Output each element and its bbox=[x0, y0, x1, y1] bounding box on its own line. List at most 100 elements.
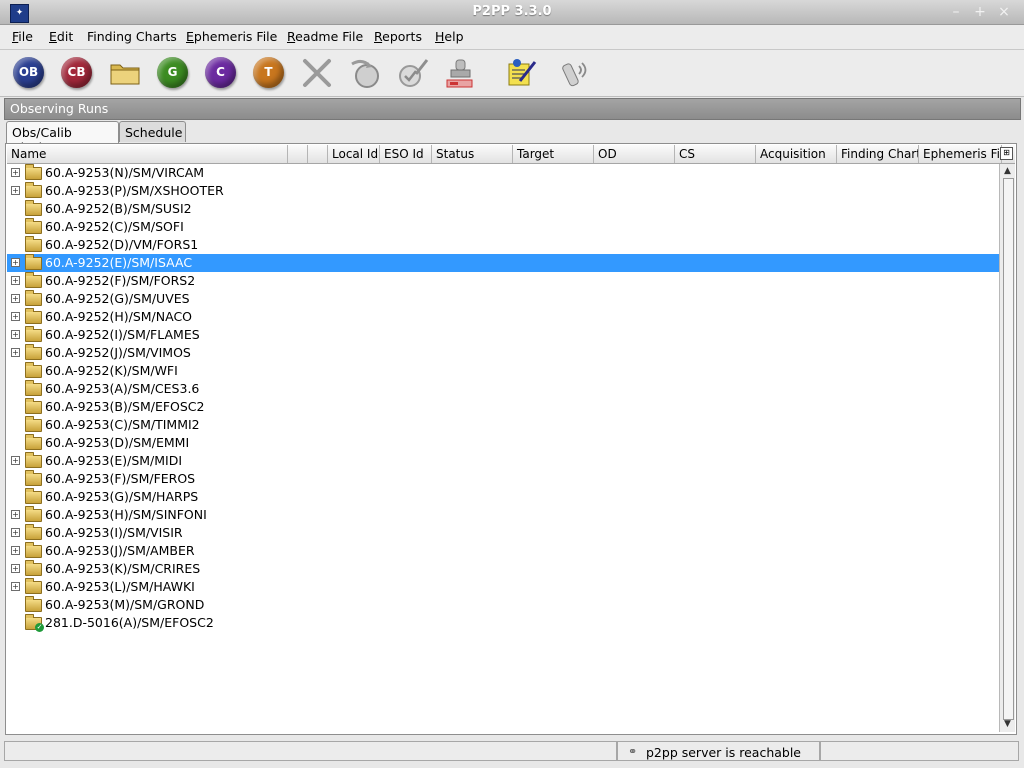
run-name: 60.A-9252(K)/SM/WFI bbox=[45, 363, 178, 378]
menu-finding-charts[interactable]: Finding Charts bbox=[87, 29, 177, 44]
verify-button[interactable] bbox=[396, 56, 430, 90]
column-header-finding-chart[interactable]: Finding Chart bbox=[837, 145, 919, 163]
column-header-ephemeris-file[interactable]: Ephemeris File bbox=[919, 145, 1002, 163]
run-name: 60.A-9253(D)/SM/EMMI bbox=[45, 435, 190, 450]
minimize-button[interactable]: – bbox=[946, 3, 966, 21]
menu-edit[interactable]: Edit bbox=[49, 29, 73, 44]
table-row[interactable]: +60.A-9252(F)/SM/FORS2 bbox=[7, 272, 1000, 290]
maximize-button[interactable]: + bbox=[970, 3, 990, 21]
table-row[interactable]: +60.A-9253(P)/SM/XSHOOTER bbox=[7, 182, 1000, 200]
expand-icon[interactable]: + bbox=[11, 312, 20, 321]
new-time-link-button[interactable]: T bbox=[252, 56, 286, 90]
column-header-acquisition[interactable]: Acquisition bbox=[756, 145, 837, 163]
menu-readme-file[interactable]: Readme File bbox=[287, 29, 363, 44]
run-name: 60.A-9252(E)/SM/ISAAC bbox=[45, 255, 193, 270]
table-row[interactable]: +60.A-9253(N)/SM/VIRCAM bbox=[7, 164, 1000, 182]
column-header-target[interactable]: Target bbox=[513, 145, 594, 163]
expand-icon[interactable]: + bbox=[11, 294, 20, 303]
new-cb-button[interactable]: CB bbox=[60, 56, 94, 90]
new-ob-button[interactable]: OB bbox=[12, 56, 46, 90]
column-header-blank-1[interactable] bbox=[288, 145, 308, 163]
table-row[interactable]: +60.A-9252(J)/SM/VIMOS bbox=[7, 344, 1000, 362]
tab-schedule[interactable]: Schedule bbox=[119, 121, 186, 142]
table-row[interactable]: +60.A-9252(G)/SM/UVES bbox=[7, 290, 1000, 308]
table-row[interactable]: +60.A-9253(E)/SM/MIDI bbox=[7, 452, 1000, 470]
run-name: 60.A-9253(N)/SM/VIRCAM bbox=[45, 165, 205, 180]
table-row[interactable]: 60.A-9252(K)/SM/WFI bbox=[7, 362, 1000, 380]
folder-icon bbox=[110, 64, 140, 85]
expand-icon[interactable]: + bbox=[11, 330, 20, 339]
table-row[interactable]: 60.A-9253(C)/SM/TIMMI2 bbox=[7, 416, 1000, 434]
table-row[interactable]: +60.A-9253(K)/SM/CRIRES bbox=[7, 560, 1000, 578]
scrollbar-thumb[interactable] bbox=[1003, 178, 1014, 720]
table-row[interactable]: +60.A-9252(I)/SM/FLAMES bbox=[7, 326, 1000, 344]
expand-icon[interactable]: + bbox=[11, 258, 20, 267]
column-header-name[interactable]: Name bbox=[7, 145, 288, 163]
table-row[interactable]: 60.A-9252(C)/SM/SOFI bbox=[7, 218, 1000, 236]
table-row[interactable]: +60.A-9252(H)/SM/NACO bbox=[7, 308, 1000, 326]
connect-icon bbox=[562, 62, 587, 87]
menu-file[interactable]: File bbox=[12, 29, 33, 44]
run-name: 60.A-9253(L)/SM/HAWKI bbox=[45, 579, 195, 594]
menu-reports[interactable]: Reports bbox=[374, 29, 422, 44]
run-name: 60.A-9253(B)/SM/EFOSC2 bbox=[45, 399, 205, 414]
table-row[interactable]: 60.A-9253(F)/SM/FEROS bbox=[7, 470, 1000, 488]
scroll-up-icon[interactable]: ▲ bbox=[1002, 166, 1013, 177]
readme-button[interactable] bbox=[504, 56, 538, 90]
column-header-blank-2[interactable] bbox=[308, 145, 328, 163]
folder-icon bbox=[25, 596, 42, 612]
column-header-eso-id[interactable]: ESO Id bbox=[380, 145, 432, 163]
table-row[interactable]: 60.A-9253(M)/SM/GROND bbox=[7, 596, 1000, 614]
check-in-button[interactable] bbox=[348, 56, 382, 90]
table-row[interactable]: 60.A-9252(D)/VM/FORS1 bbox=[7, 236, 1000, 254]
run-name: 60.A-9253(I)/SM/VISIR bbox=[45, 525, 183, 540]
table-row[interactable]: +60.A-9253(I)/SM/VISIR bbox=[7, 524, 1000, 542]
scroll-down-icon[interactable]: ▼ bbox=[1002, 719, 1013, 730]
expand-icon[interactable]: + bbox=[11, 186, 20, 195]
connect-button[interactable] bbox=[558, 56, 592, 90]
new-concatenation-button[interactable]: C bbox=[204, 56, 238, 90]
table-row[interactable]: +60.A-9253(J)/SM/AMBER bbox=[7, 542, 1000, 560]
expand-icon[interactable]: + bbox=[11, 456, 20, 465]
delete-button[interactable] bbox=[300, 56, 334, 90]
table-row[interactable]: ✓ 281.D-5016(A)/SM/EFOSC2 bbox=[7, 614, 1000, 632]
folder-icon bbox=[25, 542, 42, 558]
expand-icon[interactable]: + bbox=[11, 564, 20, 573]
menu-ephemeris-file[interactable]: Ephemeris File bbox=[186, 29, 277, 44]
folder-icon bbox=[25, 164, 42, 180]
title-bar: ✦ P2PP 3.3.0 – + × bbox=[0, 0, 1024, 25]
table-row[interactable]: 60.A-9253(D)/SM/EMMI bbox=[7, 434, 1000, 452]
expand-icon[interactable]: + bbox=[11, 582, 20, 591]
vertical-scrollbar[interactable]: ▲ ▼ bbox=[999, 164, 1015, 732]
table-row[interactable]: 60.A-9253(A)/SM/CES3.6 bbox=[7, 380, 1000, 398]
column-header-od[interactable]: OD bbox=[594, 145, 675, 163]
table-row[interactable]: 60.A-9253(G)/SM/HARPS bbox=[7, 488, 1000, 506]
table-row[interactable]: +60.A-9252(E)/SM/ISAAC bbox=[7, 254, 1000, 272]
column-chooser-icon[interactable]: ⊞ bbox=[1000, 147, 1013, 160]
column-header-status[interactable]: Status bbox=[432, 145, 513, 163]
column-header-local-id[interactable]: Local Id bbox=[328, 145, 380, 163]
new-folder-button[interactable] bbox=[108, 56, 142, 90]
close-button[interactable]: × bbox=[994, 3, 1014, 21]
run-name: 60.A-9253(E)/SM/MIDI bbox=[45, 453, 183, 468]
expand-icon[interactable]: + bbox=[11, 528, 20, 537]
table-row[interactable]: +60.A-9253(H)/SM/SINFONI bbox=[7, 506, 1000, 524]
table-row[interactable]: 60.A-9253(B)/SM/EFOSC2 bbox=[7, 398, 1000, 416]
time-link-icon: T bbox=[253, 57, 284, 88]
link-icon: ⚭ bbox=[628, 745, 638, 758]
table-row[interactable]: 60.A-9252(B)/SM/SUSI2 bbox=[7, 200, 1000, 218]
new-group-button[interactable]: G bbox=[156, 56, 190, 90]
expand-icon[interactable]: + bbox=[11, 546, 20, 555]
table-row[interactable]: +60.A-9253(L)/SM/HAWKI bbox=[7, 578, 1000, 596]
expand-icon[interactable]: + bbox=[11, 276, 20, 285]
expand-icon[interactable]: + bbox=[11, 510, 20, 519]
expand-icon[interactable]: + bbox=[11, 348, 20, 357]
folder-icon bbox=[25, 344, 42, 360]
stamp-button[interactable] bbox=[444, 56, 478, 90]
expand-icon[interactable]: + bbox=[11, 168, 20, 177]
column-header-cs[interactable]: CS bbox=[675, 145, 756, 163]
run-name: 60.A-9252(F)/SM/FORS2 bbox=[45, 273, 196, 288]
menu-help[interactable]: Help bbox=[435, 29, 464, 44]
tab-obs-calib-blocks[interactable]: Obs/Calib Blocks bbox=[6, 121, 119, 155]
verify-icon bbox=[399, 59, 429, 87]
